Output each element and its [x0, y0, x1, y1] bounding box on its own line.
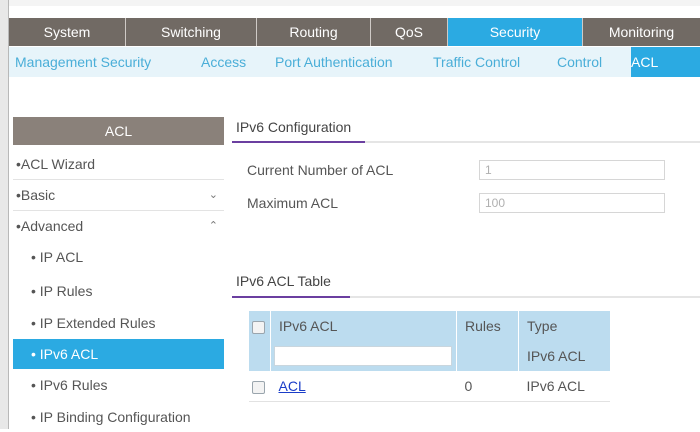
section-divider-accent — [232, 141, 365, 143]
sidebar-item-ipv6-acl[interactable]: • IPv6 ACL — [13, 339, 224, 369]
bullet: • — [31, 409, 36, 425]
sidebar-item-label: IP Rules — [39, 283, 93, 299]
column-header-type: Type — [518, 311, 610, 341]
row-checkbox-cell — [249, 371, 271, 402]
bullet: • — [31, 346, 36, 362]
row-name-cell: ACL — [270, 371, 457, 402]
bullet: • — [31, 377, 36, 393]
sidebar-item-ip-extended-rules[interactable]: • IP Extended Rules — [13, 308, 224, 338]
maximum-acl-label: Maximum ACL — [247, 195, 339, 211]
section-title-ipv6-configuration: IPv6 Configuration — [236, 119, 352, 135]
window-left-edge — [0, 0, 8, 429]
tab-system[interactable]: System — [9, 18, 126, 46]
add-row-rules-cell — [456, 341, 519, 371]
bullet: • — [31, 315, 36, 331]
sidebar-item-basic[interactable]: •Basic ⌄ — [13, 180, 224, 210]
add-row-checkbox-cell — [249, 341, 271, 371]
subtab-control[interactable]: Control — [557, 54, 602, 70]
subtab-access[interactable]: Access — [201, 54, 246, 70]
tab-switching[interactable]: Switching — [126, 18, 257, 46]
sidebar-item-label: ACL Wizard — [20, 156, 96, 172]
sub-nav: Management Security Access Port Authenti… — [9, 47, 700, 77]
sidebar-item-ipv6-rules[interactable]: • IPv6 Rules — [13, 370, 224, 400]
current-acl-field: 1 — [479, 160, 665, 180]
tab-qos[interactable]: QoS — [371, 18, 448, 46]
add-row-name-cell — [270, 341, 457, 371]
current-acl-label: Current Number of ACL — [247, 162, 394, 178]
sidebar-item-label: IP Binding Configuration — [39, 409, 191, 425]
tab-monitoring[interactable]: Monitoring — [583, 18, 700, 46]
new-ipv6-acl-input[interactable] — [274, 346, 452, 366]
select-all-checkbox[interactable] — [252, 320, 265, 334]
sidebar-item-label: IPv6 ACL — [39, 346, 99, 362]
main-nav: System Switching Routing QoS Security Mo… — [9, 18, 700, 46]
sidebar-item-ip-acl[interactable]: • IP ACL — [13, 242, 224, 272]
sidebar-item-label: IP Extended Rules — [39, 315, 156, 331]
sidebar-item-advanced[interactable]: •Advanced ⌃ — [13, 211, 224, 241]
subtab-port-authentication[interactable]: Port Authentication — [275, 54, 393, 70]
tab-security[interactable]: Security — [448, 18, 583, 46]
sidebar-item-acl-wizard[interactable]: •ACL Wizard — [13, 149, 224, 179]
bullet: • — [31, 283, 36, 299]
chevron-down-icon[interactable]: ⌄ — [209, 180, 218, 210]
column-header-rules: Rules — [456, 311, 519, 341]
sidebar-item-label: IP ACL — [39, 249, 84, 265]
bullet: • — [31, 249, 36, 265]
table-row: ACL 0 IPv6 ACL — [249, 371, 610, 402]
add-row-type-cell: IPv6 ACL — [518, 341, 610, 371]
select-all-cell — [249, 311, 271, 341]
sidebar-item-label: Advanced — [20, 218, 84, 234]
section-title-ipv6-acl-table: IPv6 ACL Table — [236, 273, 331, 289]
row-type-cell: IPv6 ACL — [518, 371, 610, 402]
ipv6-acl-table: IPv6 ACL Rules Type IPv6 ACL ACL 0 IPv6 … — [249, 311, 610, 402]
table-add-row: IPv6 ACL — [249, 341, 610, 371]
subtab-traffic-control[interactable]: Traffic Control — [433, 54, 520, 70]
maximum-acl-field: 100 — [479, 193, 665, 213]
section-divider-accent — [232, 296, 350, 298]
window-top-edge — [0, 0, 700, 6]
sidebar-item-label: IPv6 Rules — [39, 377, 108, 393]
row-rules-cell: 0 — [456, 371, 519, 402]
tab-routing[interactable]: Routing — [257, 18, 371, 46]
subtab-acl[interactable]: ACL — [631, 54, 658, 70]
sidebar-item-ip-rules[interactable]: • IP Rules — [13, 276, 224, 306]
sidebar-header: ACL — [13, 117, 224, 145]
acl-name-link[interactable]: ACL — [279, 378, 306, 394]
sidebar-item-label: Basic — [20, 187, 56, 203]
row-checkbox[interactable] — [252, 380, 265, 394]
table-header-row: IPv6 ACL Rules Type — [249, 311, 610, 341]
sidebar-item-ip-binding-configuration[interactable]: • IP Binding Configuration — [13, 402, 224, 432]
chevron-up-icon[interactable]: ⌃ — [209, 211, 218, 241]
subtab-management-security[interactable]: Management Security — [15, 54, 151, 70]
column-header-ipv6-acl: IPv6 ACL — [270, 311, 457, 341]
